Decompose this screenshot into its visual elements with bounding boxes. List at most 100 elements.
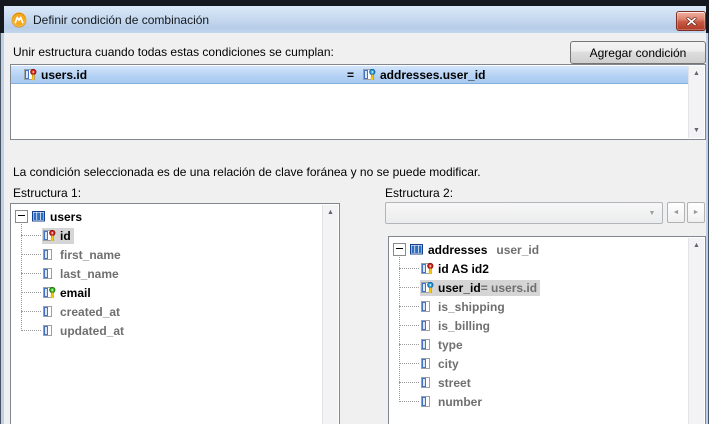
tree-item-is_shipping[interactable]: is_shipping — [389, 297, 689, 316]
tree-guide-line — [399, 257, 400, 402]
structure1-scrollbar[interactable]: ▲ — [322, 205, 338, 424]
scroll-up-icon[interactable]: ▲ — [323, 205, 338, 220]
join-condition-dialog: Definir condición de combinación Unir es… — [0, 0, 709, 424]
table-icon — [410, 243, 424, 256]
tree-item-label: is_billing — [438, 319, 490, 333]
tree-item-content: last_name — [42, 266, 122, 282]
column-icon — [421, 319, 434, 332]
tree-item-email[interactable]: email — [11, 283, 323, 302]
tree-guide-line — [21, 224, 22, 331]
tree-connector — [399, 382, 419, 383]
scroll-down-icon[interactable]: ▼ — [689, 123, 704, 138]
tree-connector — [399, 401, 419, 402]
tree-item-label: id AS id2 — [438, 262, 489, 276]
tree-item-content: is_billing — [420, 318, 493, 334]
add-condition-button[interactable]: Agregar condición — [570, 41, 706, 64]
condition-right-operand: addresses.user_id — [363, 68, 485, 82]
structure1-tree[interactable]: users idfirst_name last_nameemail created_a… — [10, 203, 340, 424]
tree-item-street[interactable]: street — [389, 373, 689, 392]
tree-root-users[interactable]: users — [11, 207, 323, 226]
tree-root-annotation: user_id — [496, 243, 539, 257]
primary-key-icon — [43, 229, 56, 242]
column-icon — [421, 376, 434, 389]
structure2-scrollbar[interactable]: ▲ — [688, 238, 704, 424]
tree-item-content: email — [42, 285, 94, 301]
tree-item-label: city — [438, 357, 459, 371]
foreign-key-icon — [363, 68, 376, 81]
scroll-up-icon[interactable]: ▲ — [689, 238, 704, 253]
tree-root-addresses[interactable]: addresses user_id — [389, 240, 689, 259]
tree-item-city[interactable]: city — [389, 354, 689, 373]
tree-item-label: is_shipping — [438, 300, 505, 314]
tree-item-content: number — [420, 394, 485, 410]
conditions-scrollbar[interactable]: ▲ ▼ — [688, 66, 704, 138]
close-button[interactable] — [676, 11, 706, 31]
condition-left-label: users.id — [41, 68, 87, 82]
tree-item-is_billing[interactable]: is_billing — [389, 316, 689, 335]
foreign-key-note: La condición seleccionada es de una rela… — [13, 165, 481, 179]
titlebar[interactable]: Definir condición de combinación — [4, 6, 706, 33]
tree-item-number[interactable]: number — [389, 392, 689, 411]
column-icon — [43, 248, 56, 261]
tree-item-label: created_at — [60, 305, 120, 319]
structure2-tree-rows: addressesuser_idid AS id2user_id = users… — [389, 237, 689, 424]
tree-item-updated_at[interactable]: updated_at — [11, 321, 323, 340]
condition-left-operand: users.id — [24, 68, 87, 82]
structure1-tree-rows: users idfirst_name last_nameemail created_a… — [11, 204, 323, 424]
tree-connector — [399, 363, 419, 364]
tree-item-label: user_id — [438, 281, 481, 295]
tree-connector — [399, 268, 419, 269]
column-icon — [421, 300, 434, 313]
arrow-left-icon: ◄ — [673, 209, 680, 216]
chevron-down-icon: ▼ — [644, 203, 660, 223]
tree-item-label: email — [60, 286, 91, 300]
collapse-icon[interactable] — [15, 210, 28, 223]
tree-item-label: number — [438, 395, 482, 409]
primary-key-icon — [421, 262, 434, 275]
tree-item-user_id[interactable]: user_id = users.id — [389, 278, 689, 297]
tree-item-content: created_at — [42, 304, 123, 320]
structure2-next-button[interactable]: ► — [687, 202, 705, 223]
column-icon — [421, 338, 434, 351]
tree-connector — [21, 273, 41, 274]
collapse-icon[interactable] — [393, 243, 406, 256]
tree-connector — [399, 287, 419, 288]
structure2-prev-button[interactable]: ◄ — [667, 202, 685, 223]
tree-item-content: id AS id2 — [420, 261, 492, 277]
tree-item-last_name[interactable]: last_name — [11, 264, 323, 283]
structure2-tree[interactable]: addressesuser_idid AS id2user_id = users… — [388, 236, 706, 424]
tree-item-id[interactable]: id — [11, 226, 323, 245]
foreign-key-icon — [421, 281, 434, 294]
tree-item-content: street — [420, 375, 474, 391]
condition-row[interactable]: users.id=addresses.user_id — [11, 66, 689, 84]
tree-root-label: users — [50, 210, 82, 224]
tree-connector — [21, 330, 41, 331]
tree-item-content: city — [420, 356, 462, 372]
window-frame-left — [0, 33, 4, 424]
tree-connector — [21, 311, 41, 312]
condition-right-label: addresses.user_id — [380, 68, 485, 82]
column-icon — [421, 395, 434, 408]
scroll-up-icon[interactable]: ▲ — [689, 66, 704, 81]
column-icon — [421, 357, 434, 370]
primary-key-icon — [24, 68, 37, 81]
tree-root-label: addresses — [428, 243, 487, 257]
conditions-list[interactable]: users.id=addresses.user_id ▲ ▼ — [10, 64, 706, 140]
tree-item-id-AS-id2[interactable]: id AS id2 — [389, 259, 689, 278]
structure1-label: Estructura 1: — [13, 186, 81, 200]
tree-item-first_name[interactable]: first_name — [11, 245, 323, 264]
tree-connector — [21, 292, 41, 293]
tree-item-label: last_name — [60, 267, 119, 281]
column-icon — [43, 267, 56, 280]
close-icon — [686, 17, 697, 26]
tree-item-label: type — [438, 338, 463, 352]
tree-item-type[interactable]: type — [389, 335, 689, 354]
app-icon — [11, 12, 27, 28]
conditions-instruction: Unir estructura cuando todas estas condi… — [13, 45, 334, 59]
tree-item-created_at[interactable]: created_at — [11, 302, 323, 321]
tree-item-label: updated_at — [60, 324, 124, 338]
tree-item-content: is_shipping — [420, 299, 508, 315]
structure2-combobox[interactable]: ▼ — [385, 202, 663, 224]
tree-connector — [399, 344, 419, 345]
structure2-label: Estructura 2: — [385, 186, 453, 200]
